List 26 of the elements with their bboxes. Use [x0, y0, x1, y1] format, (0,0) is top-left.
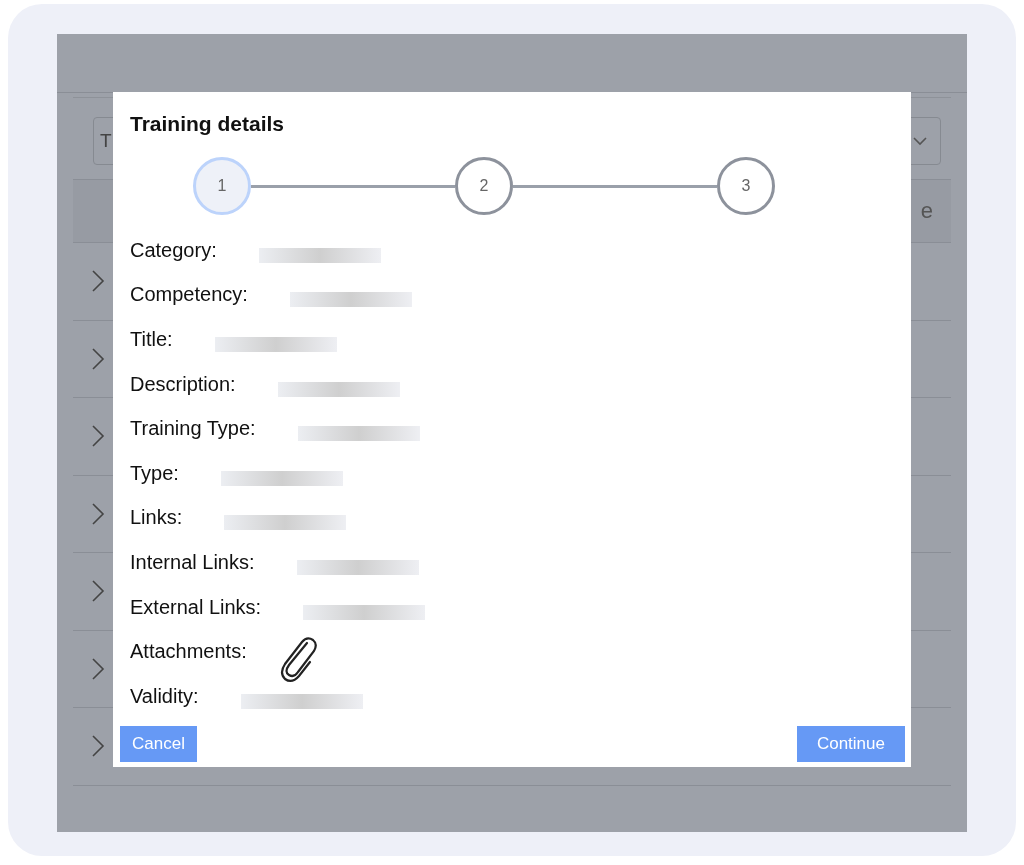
step-indicator[interactable]: 2	[455, 157, 513, 215]
chevron-icon[interactable]	[91, 501, 105, 526]
chevron-down-icon	[912, 136, 928, 146]
field-label: Description:	[130, 372, 236, 396]
cancel-button[interactable]: Cancel	[120, 726, 197, 762]
dialog-title: Training details	[130, 112, 286, 137]
continue-button[interactable]: Continue	[796, 726, 905, 762]
chevron-icon[interactable]	[91, 346, 105, 371]
field-label: Links:	[130, 506, 183, 530]
step-indicator[interactable]: 3	[717, 157, 775, 215]
field-label: Title:	[130, 328, 173, 351]
chevron-icon[interactable]	[91, 269, 105, 294]
field-label: Type:	[130, 461, 179, 485]
field-label: Internal Links:	[130, 550, 255, 574]
chevron-icon[interactable]	[91, 656, 105, 681]
chevron-icon[interactable]	[91, 734, 105, 759]
field-label: External Links:	[130, 595, 262, 619]
chevron-icon[interactable]	[91, 424, 105, 449]
column-header: e	[920, 198, 933, 224]
field-label: Competency:	[130, 283, 248, 307]
field-label: Validity:	[130, 684, 199, 708]
field-label: Category:	[130, 238, 217, 262]
chevron-icon[interactable]	[91, 579, 105, 604]
field-label: Training Type:	[130, 417, 256, 441]
step-indicator[interactable]: 1	[193, 157, 251, 215]
field-label: Attachments:	[130, 640, 247, 664]
